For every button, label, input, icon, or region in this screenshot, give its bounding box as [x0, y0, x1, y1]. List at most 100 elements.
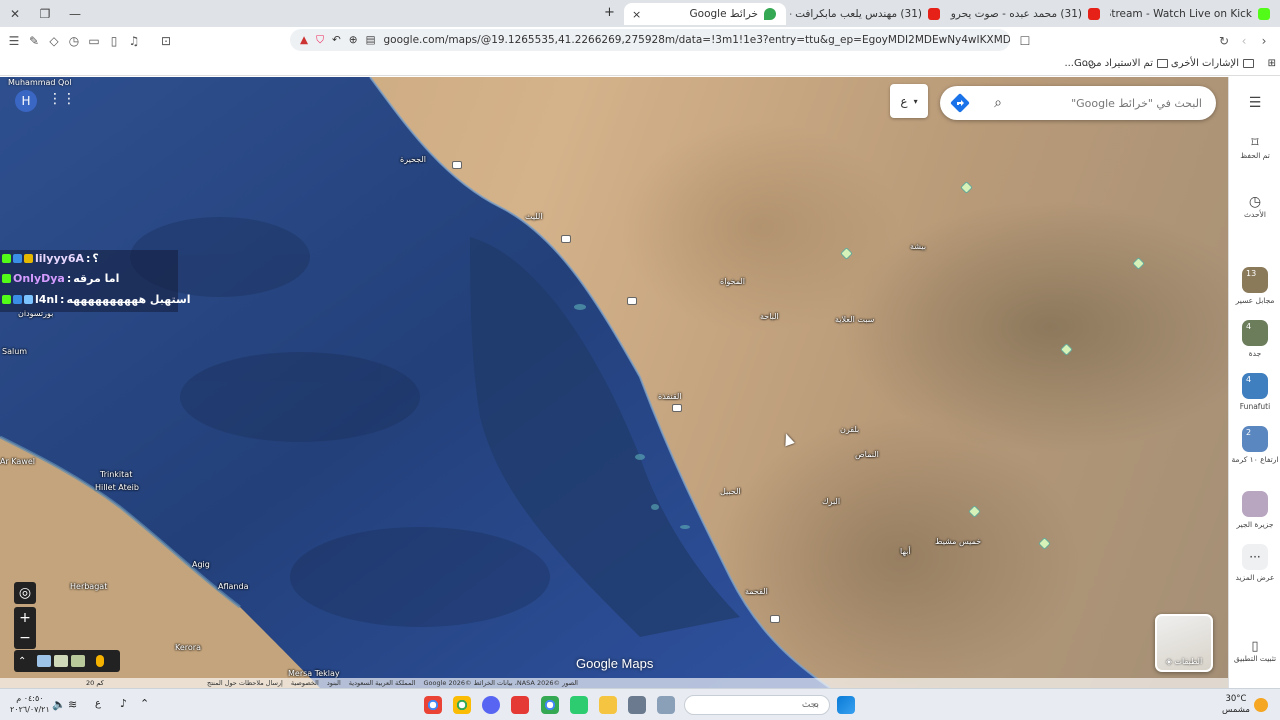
url-text[interactable]: google.com/maps/@19.1265535,41.2266269,2… [384, 34, 1011, 46]
sidebar-item-recent-place[interactable]: جزيرة الجير [1229, 491, 1280, 529]
discord-icon[interactable] [482, 696, 500, 714]
bookmark-page-icon[interactable]: ☐ [1015, 31, 1035, 51]
bookmark-other[interactable]: الإشارات الأخرى [1171, 58, 1254, 69]
feedback-link[interactable]: إرسال ملاحظات حول المنتج [207, 679, 283, 687]
window-close-icon[interactable]: ✕ [0, 0, 30, 27]
expand-up-icon[interactable]: ⌃ [18, 656, 26, 667]
bookmark-google[interactable]: Goo... [1064, 58, 1094, 69]
place-label[interactable]: النماص [855, 450, 879, 459]
windows-start-icon[interactable] [837, 696, 855, 714]
window-restore-icon[interactable]: ❐ [30, 0, 60, 27]
window-minimize-icon[interactable]: — [60, 0, 90, 27]
store-icon[interactable] [628, 696, 646, 714]
sidebar-item-recent-place[interactable]: 2 ارتفاع ١٠ كرمة [1229, 426, 1280, 464]
place-label[interactable]: Hillet Ateib [95, 483, 139, 492]
place-label[interactable]: القنفذة [658, 392, 682, 401]
transit-thumb[interactable] [71, 655, 86, 667]
place-label[interactable]: القحمة [745, 587, 768, 596]
chrome-icon[interactable] [424, 696, 442, 714]
zoom-in-button[interactable]: + [14, 607, 36, 629]
region-link[interactable]: المملكة العربية السعودية [349, 679, 416, 687]
apps-grid-icon[interactable]: ⊞ [1268, 58, 1276, 69]
whatsapp-icon[interactable] [570, 696, 588, 714]
terrain-thumb[interactable] [37, 655, 52, 667]
place-label[interactable]: الحبيل [720, 487, 741, 496]
google-apps-icon[interactable]: ⋮⋮ [48, 90, 76, 108]
avatar[interactable]: H [15, 90, 37, 112]
site-info-icon[interactable]: ▤ [366, 34, 376, 46]
tab-kick[interactable]: Mojito Stream - Watch Live on Kick [1110, 3, 1280, 25]
shield-icon[interactable]: ◇ [44, 31, 64, 51]
tab-google-maps[interactable]: خرائط Google × [624, 3, 786, 25]
reload-icon[interactable]: ↻ [1214, 31, 1234, 51]
place-label[interactable]: البرك [822, 497, 840, 506]
clock[interactable]: ٠٤:٥٠ م ٢٠٢٦/٠٧/٢١ [10, 693, 50, 715]
satellite-map[interactable]: الجحيرة الليث القنفذة بورتسودان Salum Ar… [0, 77, 1228, 688]
directions-icon[interactable] [950, 93, 970, 113]
chrome-profile-icon[interactable] [453, 696, 471, 714]
place-label[interactable]: أبها [900, 547, 911, 556]
place-label[interactable]: Aflanda [218, 582, 248, 591]
sidebar-item-recent-place[interactable]: 4 Funafuti [1229, 373, 1280, 411]
place-label[interactable]: Herbagat [70, 582, 107, 591]
terms-link[interactable]: البنود [327, 679, 341, 687]
sidebar-item-recent-place[interactable]: 4 جدة [1229, 320, 1280, 358]
traffic-thumb[interactable] [54, 655, 69, 667]
sidebar-item-recent-place[interactable]: 13 مجابل عسير [1229, 267, 1280, 305]
pegman-icon[interactable] [96, 655, 105, 667]
forward-icon[interactable]: ‹ [1234, 31, 1254, 51]
tab-youtube-2[interactable]: (31) مهندس يلعب مابكرافت - YouTube [790, 3, 950, 25]
screenshot-icon[interactable]: ⊡ [156, 31, 176, 51]
place-label[interactable]: Ar Kawel [0, 457, 35, 466]
sidebar-item-more[interactable]: ··· عرض المزيد [1229, 544, 1280, 582]
obs-icon[interactable] [511, 696, 529, 714]
place-label[interactable]: Trinkitat [100, 470, 132, 479]
microphone-icon[interactable]: ♪ [120, 697, 127, 710]
menu-icon[interactable]: ☰ [4, 31, 24, 51]
task-view-icon[interactable] [657, 696, 675, 714]
place-label[interactable]: الليث [525, 212, 543, 221]
input-language[interactable]: ع [95, 698, 101, 709]
place-label[interactable]: المخواة [720, 277, 745, 286]
chrome-alt-icon[interactable] [541, 696, 559, 714]
place-label[interactable]: بيشة [910, 242, 926, 251]
new-tab-button[interactable]: + [604, 5, 615, 20]
place-label[interactable]: خميس مشيط [935, 537, 981, 546]
place-label[interactable]: الباحة [760, 312, 779, 321]
my-location-icon[interactable]: ◎ [14, 582, 36, 604]
quick-layers-bar[interactable]: ⌃ [14, 650, 120, 672]
sidebar-item-install-app[interactable]: ▯ تثبيت التطبيق [1229, 639, 1280, 663]
back-icon[interactable]: › [1254, 31, 1274, 51]
hamburger-menu-icon[interactable]: ☰ [1229, 95, 1280, 111]
volume-icon[interactable]: 🔈 [52, 698, 66, 711]
layers-button[interactable]: ◈ الطبقات [1155, 614, 1213, 672]
weather-widget[interactable]: 30°C مشمس [1222, 694, 1250, 716]
sidebar-item-saved[interactable]: ⌑ تم الحفظ [1229, 135, 1280, 160]
history-icon[interactable]: ◷ [64, 31, 84, 51]
sidebar-toggle-icon[interactable]: ▯ [104, 31, 124, 51]
taskbar-search-input[interactable]: بحث ⌕ [684, 695, 830, 715]
show-hidden-icons-icon[interactable]: ⌃ [140, 697, 149, 710]
place-label[interactable]: Mersa Teklay [288, 669, 340, 678]
music-icon[interactable]: ♫ [124, 31, 144, 51]
zoom-icon[interactable]: ⊕ [349, 34, 358, 46]
search-icon[interactable]: ⌕ [988, 93, 1008, 113]
place-label[interactable]: Agig [192, 560, 210, 569]
address-bar[interactable]: ▲ ⛉ ↶ ⊕ ▤ google.com/maps/@19.1265535,41… [290, 29, 1010, 51]
file-explorer-icon[interactable] [599, 696, 617, 714]
privacy-link[interactable]: الخصوصية [291, 679, 319, 687]
extensions-icon[interactable]: ✎ [24, 31, 44, 51]
close-tab-icon[interactable]: × [632, 8, 641, 21]
place-label[interactable]: بلقرن [840, 425, 859, 434]
place-label[interactable]: Salum [2, 347, 27, 356]
share-icon[interactable]: ↶ [332, 34, 341, 46]
wifi-icon[interactable]: ≋ [68, 698, 77, 711]
place-label[interactable]: Kerora [175, 643, 201, 652]
language-button[interactable]: ع ▾ [890, 84, 928, 118]
place-label[interactable]: سبت العلاية [835, 315, 874, 324]
sidebar-item-recent[interactable]: ◷ الأحدث [1229, 194, 1280, 219]
brave-shield-icon[interactable]: ⛉ [316, 34, 324, 47]
maps-search-input[interactable]: البحث في "خرائط Google" [940, 86, 1216, 120]
wallet-icon[interactable]: ▭ [84, 31, 104, 51]
map-scale[interactable]: 20 كم [86, 679, 104, 687]
